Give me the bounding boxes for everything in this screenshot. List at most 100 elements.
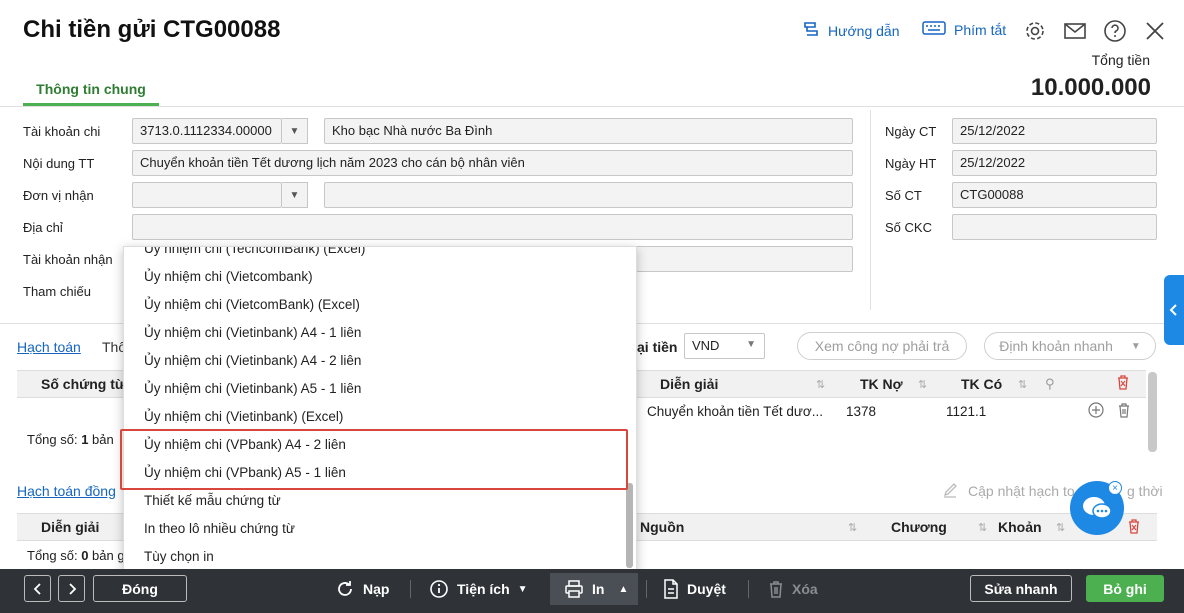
sort-icon[interactable]: ⇅ [918, 378, 927, 391]
col-dien-giai-2[interactable]: Diễn giải [41, 519, 99, 535]
approve-button[interactable]: Duyệt [663, 575, 726, 603]
col-dien-giai[interactable]: Diễn giải [660, 376, 718, 392]
tab-hach-toan-dong-thoi[interactable]: Hạch toán đồng [17, 483, 116, 499]
divider [748, 580, 749, 598]
menu-item[interactable]: Ủy nhiệm chi (VietcomBank) (Excel) [144, 297, 360, 312]
menu-item[interactable]: Ủy nhiệm chi (TechcomBank) (Excel) [144, 247, 365, 256]
chevron-down-icon: ▼ [746, 339, 756, 350]
sort-icon[interactable]: ⇅ [978, 521, 987, 534]
help-icon[interactable] [1102, 18, 1128, 44]
next-button[interactable] [58, 575, 85, 602]
update-label[interactable]: Cập nhật hạch to [968, 483, 1075, 499]
col-chuong[interactable]: Chương [891, 519, 947, 535]
col-tk-co[interactable]: TK Có [961, 376, 1002, 392]
chevron-down-icon[interactable]: ▼ [282, 118, 308, 144]
noi-dung-field[interactable]: Chuyển khoản tiền Tết dương lịch năm 202… [132, 150, 853, 176]
sort-icon[interactable]: ⇅ [848, 521, 857, 534]
shortcut-link[interactable]: Phím tắt [922, 20, 1006, 39]
col-so-chung-tu[interactable]: Số chứng từ [41, 376, 125, 392]
ngay-ct-field[interactable]: 25/12/2022 [952, 118, 1157, 144]
tk-chi-label: Tài khoản chi [23, 124, 101, 139]
printer-icon [565, 580, 583, 598]
currency-select[interactable]: VND ▼ [684, 333, 765, 359]
chat-close-icon[interactable]: × [1108, 481, 1122, 495]
row-dien-giai[interactable]: Chuyển khoản tiền Tết dươ... [647, 404, 823, 419]
highlight-box [120, 429, 628, 490]
ngay-ht-field[interactable]: 25/12/2022 [952, 150, 1157, 176]
sort-icon[interactable]: ⇅ [1056, 521, 1065, 534]
total-label: Tổng tiền [1091, 52, 1150, 68]
pin-icon[interactable]: ⚲ [1045, 376, 1055, 392]
sort-icon[interactable]: ⇅ [816, 378, 825, 391]
gear-icon[interactable] [1022, 18, 1048, 44]
divider [870, 110, 871, 310]
grid-scrollbar[interactable] [1148, 372, 1157, 452]
total-value: 10.000.000 [1030, 74, 1151, 101]
divider [646, 580, 647, 598]
so-ckc-label: Số CKC [885, 220, 932, 235]
divider [0, 106, 1184, 107]
quick-entry-label: Định khoản nhanh [999, 338, 1113, 354]
menu-item[interactable]: Ủy nhiệm chi (Vietinbank) A4 - 2 liên [144, 353, 361, 368]
tk-chi-name-field[interactable]: Kho bạc Nhà nước Ba Đình [324, 118, 853, 144]
chevron-down-icon: ▼ [1130, 340, 1141, 352]
guide-icon [802, 20, 820, 41]
help-link[interactable]: Hướng dẫn [802, 20, 899, 41]
trash-icon [770, 581, 782, 598]
prev-button[interactable] [24, 575, 51, 602]
don-vi-field[interactable] [132, 182, 282, 208]
sort-icon[interactable]: ⇅ [1018, 378, 1027, 391]
ngay-ht-label: Ngày HT [885, 156, 937, 171]
tk-chi-field[interactable]: 3713.0.1112334.00000 [132, 118, 282, 144]
view-debt-button[interactable]: Xem công nợ phải trả [797, 332, 967, 360]
close-icon[interactable] [1142, 18, 1168, 44]
utility-label: Tiện ích [457, 581, 510, 597]
print-menu: Ủy nhiệm chi (TechcomBank) (Excel) Ủy nh… [123, 246, 637, 573]
menu-item[interactable]: Tùy chọn in [144, 549, 214, 564]
col-nguon[interactable]: Nguồn [640, 519, 684, 535]
currency-value: VND [692, 338, 720, 353]
menu-scrollbar[interactable] [626, 483, 633, 568]
delete-all-icon[interactable] [1127, 518, 1141, 537]
trash-icon[interactable] [1117, 402, 1131, 421]
col-tk-no[interactable]: TK Nợ [860, 376, 903, 392]
side-panel-toggle[interactable] [1164, 275, 1184, 345]
quick-entry-button[interactable]: Định khoản nhanh ▼ [984, 332, 1156, 360]
add-row-icon[interactable] [1088, 402, 1104, 421]
chevron-right-icon [68, 582, 76, 595]
dia-chi-label: Địa chỉ [23, 220, 63, 235]
close-button[interactable]: Đóng [93, 575, 187, 602]
don-vi-name-field[interactable] [324, 182, 853, 208]
menu-item[interactable]: Thiết kế mẫu chứng từ [144, 493, 281, 508]
mail-icon[interactable] [1062, 18, 1088, 44]
print-button[interactable]: In ▲ [550, 573, 638, 605]
menu-item[interactable]: Ủy nhiệm chi (Vietinbank) A4 - 1 liên [144, 325, 361, 340]
ngay-ct-label: Ngày CT [885, 124, 937, 139]
so-ckc-field[interactable] [952, 214, 1157, 240]
quick-edit-button[interactable]: Sửa nhanh [970, 575, 1072, 602]
reload-button[interactable]: Nạp [335, 575, 389, 603]
refresh-icon [338, 581, 352, 596]
delete-label: Xóa [792, 581, 818, 597]
col-khoan[interactable]: Khoản [998, 519, 1042, 535]
save-button[interactable]: Bỏ ghi [1086, 575, 1164, 602]
dia-chi-field[interactable] [132, 214, 853, 240]
tham-chieu-label: Tham chiếu [23, 284, 91, 299]
currency-label: ại tiền [637, 339, 678, 355]
menu-item[interactable]: Ủy nhiệm chi (Vietinbank) A5 - 1 liên [144, 381, 361, 396]
menu-item[interactable]: In theo lô nhiều chứng từ [144, 521, 295, 536]
don-vi-label: Đơn vị nhận [23, 188, 94, 203]
delete-button[interactable]: Xóa [768, 575, 818, 603]
row-tk-no[interactable]: 1378 [846, 404, 876, 419]
tab-general[interactable]: Thông tin chung [23, 78, 159, 106]
menu-item[interactable]: Ủy nhiệm chi (Vietcombank) [144, 269, 313, 284]
update-icon [942, 482, 958, 501]
utility-button[interactable]: Tiện ích ▼ [429, 575, 528, 603]
tab-hach-toan[interactable]: Hạch toán [17, 339, 81, 355]
chevron-down-icon[interactable]: ▼ [282, 182, 308, 208]
row-tk-co[interactable]: 1121.1 [946, 404, 986, 419]
delete-all-icon[interactable] [1116, 374, 1130, 393]
so-ct-field[interactable]: CTG00088 [952, 182, 1157, 208]
menu-item[interactable]: Ủy nhiệm chi (Vietinbank) (Excel) [144, 409, 343, 424]
tk-nhan-label: Tài khoản nhận [23, 252, 113, 267]
